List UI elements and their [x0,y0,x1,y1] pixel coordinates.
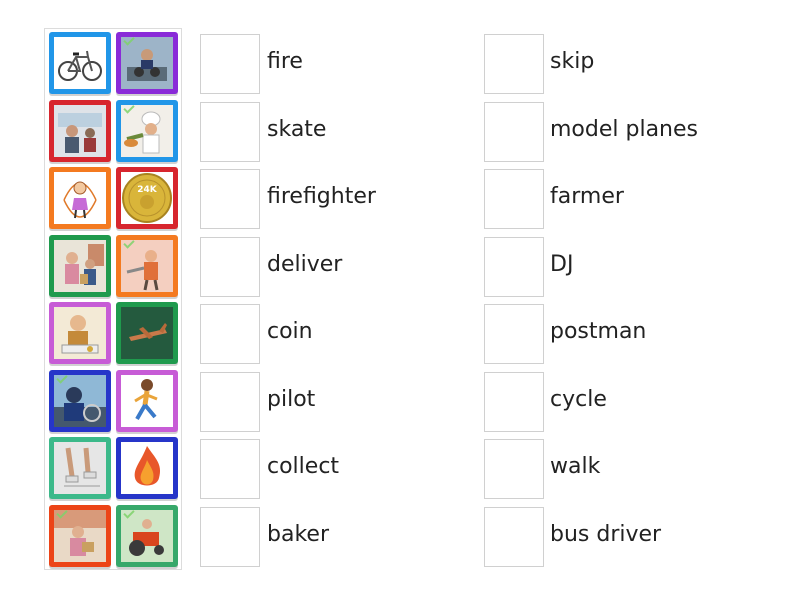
draggable-picture-tile[interactable] [116,99,178,162]
drop-slot-left[interactable] [200,506,260,567]
drop-slot-left[interactable] [200,34,260,94]
gold-coin-icon: 24K [121,172,173,224]
drop-slot-right[interactable] [484,506,544,567]
draggable-picture-tile[interactable] [116,234,178,297]
coin-label: 24K [137,185,158,195]
word-label-left: pilot [267,386,316,412]
word-label-left: firefighter [267,184,376,209]
word-label-left: fire [267,49,303,74]
word-label-left: skate [267,116,327,142]
word-label-right: postman [550,319,647,344]
word-label-right: walk [550,454,601,479]
word-label-right: farmer [550,184,624,209]
walking-boy-icon [121,374,173,427]
drop-slot-right[interactable] [484,236,544,297]
draggable-picture-tile[interactable] [49,99,111,162]
draggable-picture-tile[interactable] [49,504,111,567]
dj-icon [121,37,173,89]
draggable-picture-tile[interactable] [49,167,111,229]
word-label-left: coin [267,319,313,344]
word-label-left: collect [267,454,340,479]
draggable-picture-tile[interactable] [116,504,178,567]
draggable-picture-tile[interactable] [116,369,178,432]
bus-driver-icon [54,104,106,157]
draggable-picture-tile[interactable] [116,437,178,499]
word-label-left: deliver [267,251,343,277]
draggable-picture-tile[interactable] [49,437,111,499]
skipping-girl-icon [54,172,106,224]
drop-slot-left[interactable] [200,304,260,364]
word-label-left: baker [267,521,329,547]
drop-slot-right[interactable] [484,439,544,499]
drop-slot-left[interactable] [200,439,260,499]
image-tray: 24K [44,28,182,570]
draggable-picture-tile[interactable] [49,32,111,94]
draggable-picture-tile[interactable] [116,32,178,94]
draggable-picture-tile[interactable] [49,302,111,364]
drop-slot-left[interactable] [200,101,260,162]
drop-slot-right[interactable] [484,304,544,364]
drop-slot-right[interactable] [484,371,544,432]
word-label-right: cycle [550,386,607,412]
draggable-picture-tile[interactable] [116,302,178,364]
drop-slot-left[interactable] [200,371,260,432]
postman-icon [54,239,106,292]
drop-slot-left[interactable] [200,169,260,229]
model-plane-icon [121,307,173,359]
draggable-picture-tile[interactable] [49,234,111,297]
draggable-picture-tile[interactable] [49,369,111,432]
drop-slot-right[interactable] [484,101,544,162]
drop-slot-left[interactable] [200,236,260,297]
word-label-right: bus driver [550,521,662,547]
fire-icon [121,442,173,494]
drop-slot-right[interactable] [484,169,544,229]
draggable-picture-tile[interactable]: 24K [116,167,178,229]
collector-icon [54,307,106,359]
word-label-right: skip [550,49,595,74]
bicycle-icon [54,37,106,89]
word-label-right: DJ [550,251,574,277]
skating-legs-icon [54,442,106,494]
word-label-right: model planes [550,116,698,142]
drop-slot-right[interactable] [484,34,544,94]
